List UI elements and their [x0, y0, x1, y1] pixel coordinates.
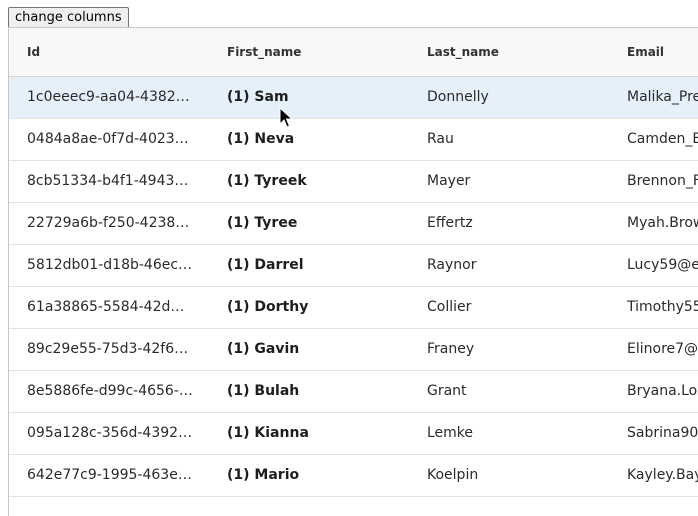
column-header-first-name[interactable]: First_name	[227, 28, 301, 76]
cell-id[interactable]: 0484a8ae-0f7d-4023-af...	[27, 119, 193, 160]
cell-id[interactable]: 8cb51334-b4f1-4943-9...	[27, 161, 193, 202]
cell-first-name[interactable]: (1) Mario	[227, 455, 407, 496]
cell-first-name[interactable]: (1) Gavin	[227, 329, 407, 370]
cell-id[interactable]: 8e5886fe-d99c-4656-b...	[27, 371, 193, 412]
cell-email[interactable]: Sabrina90@	[627, 413, 698, 454]
cell-last-name[interactable]: Franey	[427, 329, 607, 370]
cell-id[interactable]: 22729a6b-f250-4238-8...	[27, 203, 193, 244]
table-row[interactable]: 8e5886fe-d99c-4656-b... (1) Bulah Grant Bry…	[9, 371, 698, 413]
cell-first-name[interactable]: (1) Darrel	[227, 245, 407, 286]
table-row[interactable]: 642e77c9-1995-463e-a... (1) Mario Koelpin K…	[9, 455, 698, 497]
cell-first-name[interactable]: (1) Tyreek	[227, 161, 407, 202]
cell-last-name[interactable]: Mayer	[427, 161, 607, 202]
toolbar: change columns	[8, 6, 129, 28]
mouse-pointer-icon	[279, 107, 293, 128]
grid-header: Id First_name Last_name Email	[9, 28, 698, 77]
data-grid: Id First_name Last_name Email 1c0eeec9-a…	[8, 27, 698, 516]
cell-email[interactable]: Lucy59@exa	[627, 245, 698, 286]
table-row[interactable]: 095a128c-356d-4392-b... (1) Kianna Lemke Sa…	[9, 413, 698, 455]
cell-last-name[interactable]: Rau	[427, 119, 607, 160]
cell-email[interactable]: Brennon_Fr	[627, 161, 698, 202]
cell-email[interactable]: Malika_Pred	[627, 77, 698, 118]
cell-id[interactable]: 642e77c9-1995-463e-a...	[27, 455, 193, 496]
cell-email[interactable]: Camden_Bre	[627, 119, 698, 160]
cell-first-name[interactable]: (1) Bulah	[227, 371, 407, 412]
cell-id[interactable]: 5812db01-d18b-46ec-b...	[27, 245, 193, 286]
grid-body: 1c0eeec9-aa04-4382-9... (1) Sam Donnelly Ma…	[9, 77, 698, 497]
cell-last-name[interactable]: Lemke	[427, 413, 607, 454]
table-row[interactable]: 5812db01-d18b-46ec-b... (1) Darrel Raynor L…	[9, 245, 698, 287]
cell-first-name[interactable]: (1) Tyree	[227, 203, 407, 244]
column-header-last-name[interactable]: Last_name	[427, 28, 499, 76]
table-row[interactable]: 89c29e55-75d3-42f6-af... (1) Gavin Franey E…	[9, 329, 698, 371]
cell-id[interactable]: 1c0eeec9-aa04-4382-9...	[27, 77, 193, 118]
change-columns-button[interactable]: change columns	[8, 7, 129, 28]
cell-id[interactable]: 89c29e55-75d3-42f6-af...	[27, 329, 193, 370]
cell-first-name[interactable]: (1) Neva	[227, 119, 407, 160]
cell-email[interactable]: Kayley.Baye	[627, 455, 698, 496]
cell-last-name[interactable]: Raynor	[427, 245, 607, 286]
table-row[interactable]: 0484a8ae-0f7d-4023-af... (1) Neva Rau Camde…	[9, 119, 698, 161]
cell-email[interactable]: Elinore7@ex	[627, 329, 698, 370]
cell-first-name[interactable]: (1) Dorthy	[227, 287, 407, 328]
cell-first-name[interactable]: (1) Sam	[227, 77, 407, 118]
cell-email[interactable]: Bryana.Low	[627, 371, 698, 412]
cell-email[interactable]: Timothy55@	[627, 287, 698, 328]
cell-last-name[interactable]: Collier	[427, 287, 607, 328]
table-row[interactable]: 22729a6b-f250-4238-8... (1) Tyree Effertz M…	[9, 203, 698, 245]
cell-email[interactable]: Myah.Brown	[627, 203, 698, 244]
table-row[interactable]: 8cb51334-b4f1-4943-9... (1) Tyreek Mayer Br…	[9, 161, 698, 203]
cell-last-name[interactable]: Donnelly	[427, 77, 607, 118]
cell-id[interactable]: 095a128c-356d-4392-b...	[27, 413, 193, 454]
cell-last-name[interactable]: Koelpin	[427, 455, 607, 496]
cell-last-name[interactable]: Grant	[427, 371, 607, 412]
column-header-email[interactable]: Email	[627, 28, 664, 76]
cell-first-name[interactable]: (1) Kianna	[227, 413, 407, 454]
column-header-id[interactable]: Id	[27, 28, 40, 76]
cell-id[interactable]: 61a38865-5584-42d0-a...	[27, 287, 193, 328]
table-row[interactable]: 61a38865-5584-42d0-a... (1) Dorthy Collier…	[9, 287, 698, 329]
table-row[interactable]: 1c0eeec9-aa04-4382-9... (1) Sam Donnelly Ma…	[9, 77, 698, 119]
cell-last-name[interactable]: Effertz	[427, 203, 607, 244]
